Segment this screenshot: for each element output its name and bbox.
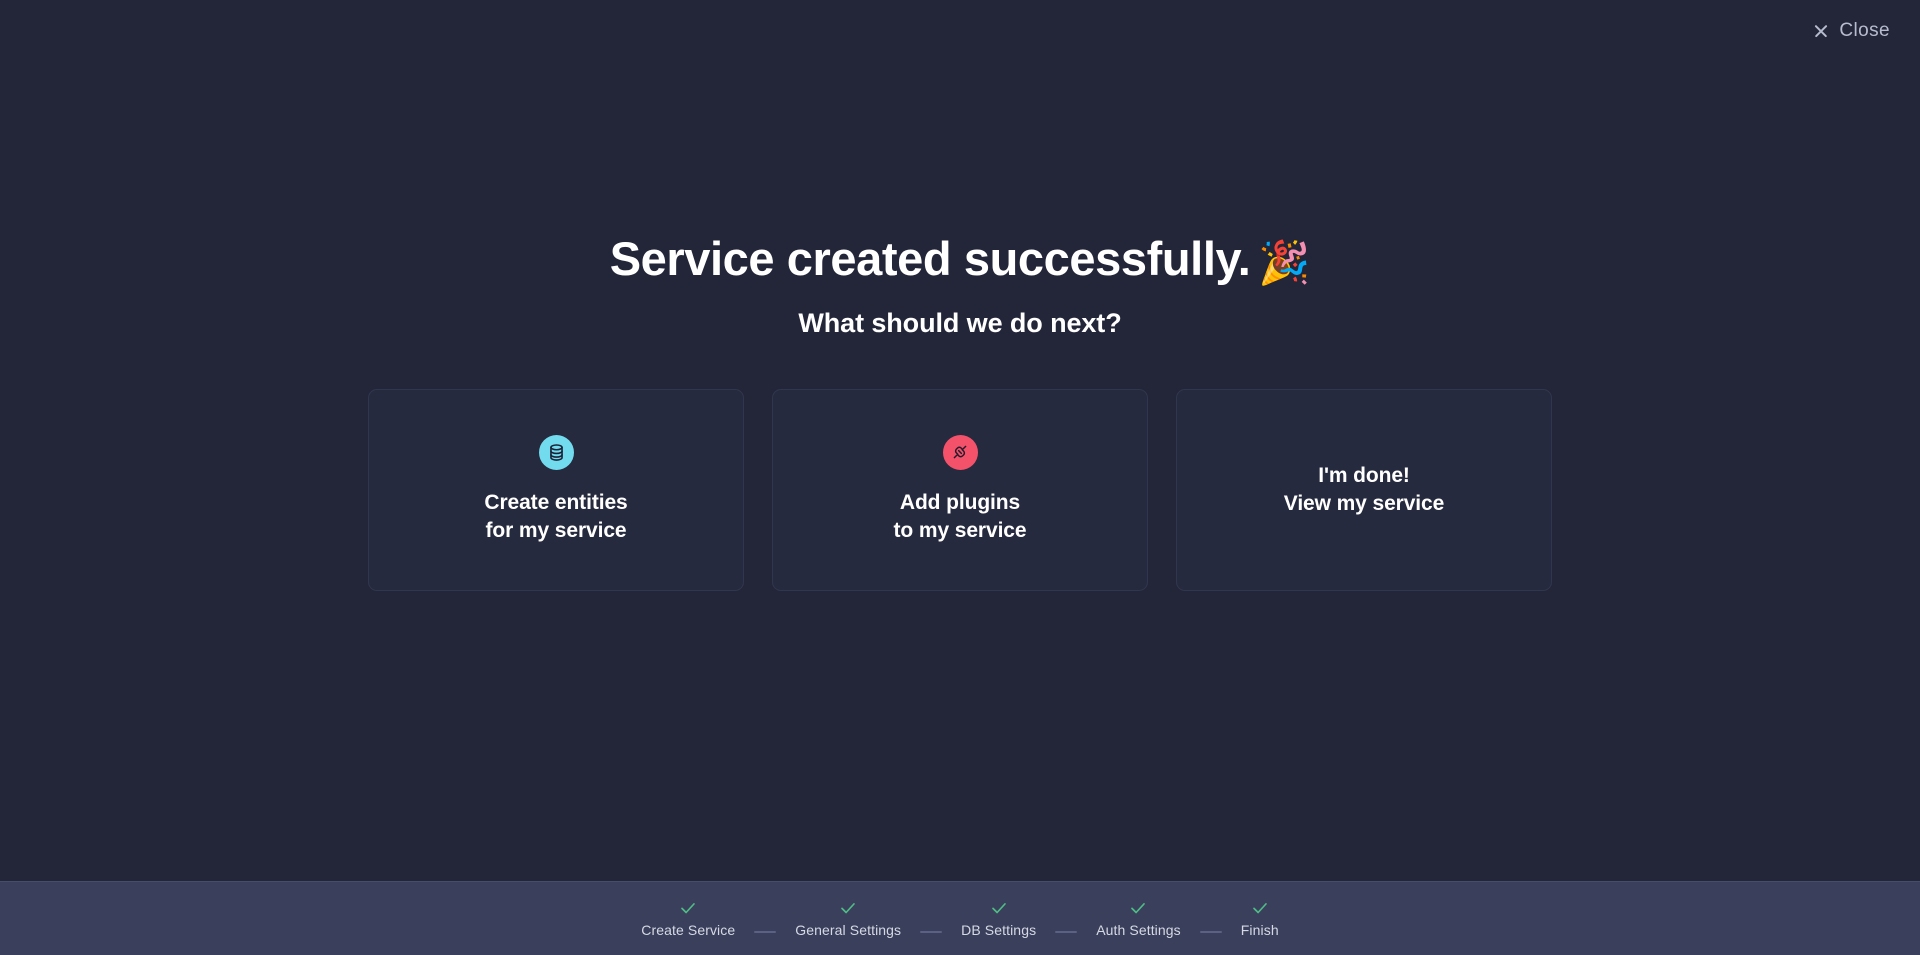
next-step-card-list: Create entities for my service Add plugi…: [368, 389, 1552, 592]
party-popper-icon: 🎉: [1258, 239, 1311, 286]
card-line-2: to my service: [893, 519, 1027, 543]
card-create-entities-label: Create entities for my service: [484, 489, 627, 546]
check-icon: [681, 903, 696, 914]
card-line-1: Create entities: [484, 490, 628, 514]
check-icon: [1252, 903, 1267, 914]
card-line-2: View my service: [1283, 492, 1445, 516]
card-line-1: Add plugins: [899, 490, 1021, 514]
card-create-entities[interactable]: Create entities for my service: [368, 389, 744, 592]
card-add-plugins[interactable]: Add plugins to my service: [772, 389, 1148, 592]
card-view-service-label: I'm done! View my service: [1283, 462, 1445, 519]
step-db-settings[interactable]: DB Settings: [955, 899, 1042, 938]
plug-icon: [942, 434, 978, 470]
step-separator: [1055, 931, 1078, 933]
card-line-2: for my service: [485, 519, 627, 543]
step-finish[interactable]: Finish: [1235, 899, 1285, 938]
step-label: DB Settings: [961, 922, 1037, 938]
step-label: Finish: [1240, 922, 1279, 938]
wizard-footer: Create Service General Settings DB Setti…: [0, 881, 1920, 955]
step-separator: [754, 931, 777, 933]
card-line-1: I'm done!: [1318, 463, 1410, 487]
card-add-plugins-label: Add plugins to my service: [894, 489, 1027, 546]
wizard-stepper: Create Service General Settings DB Setti…: [635, 899, 1284, 938]
step-general-settings[interactable]: General Settings: [789, 899, 907, 938]
check-icon: [841, 903, 856, 914]
step-separator: [920, 931, 943, 933]
check-icon: [991, 903, 1006, 914]
success-stage: Service created successfully. 🎉 What shou…: [0, 0, 1920, 881]
page-subtitle: What should we do next?: [798, 308, 1122, 339]
step-label: General Settings: [795, 922, 902, 938]
step-create-service[interactable]: Create Service: [635, 899, 741, 938]
step-auth-settings[interactable]: Auth Settings: [1090, 899, 1187, 938]
check-icon: [1131, 903, 1146, 914]
step-label: Create Service: [641, 922, 736, 938]
card-view-service[interactable]: I'm done! View my service: [1176, 389, 1552, 592]
page-title-text: Service created successfully.: [609, 232, 1251, 285]
step-separator: [1199, 931, 1222, 933]
step-label: Auth Settings: [1096, 922, 1181, 938]
database-icon: [538, 434, 574, 470]
page-title: Service created successfully. 🎉: [610, 232, 1311, 287]
